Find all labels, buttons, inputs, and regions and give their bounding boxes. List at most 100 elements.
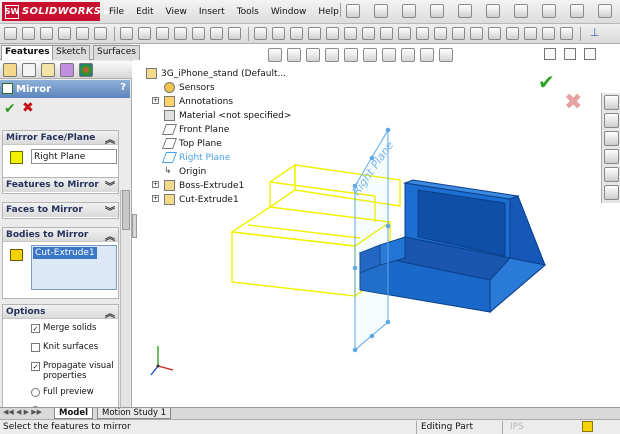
- print-icon[interactable]: [430, 4, 444, 18]
- split-icon[interactable]: [434, 27, 447, 40]
- radio-unselected-icon[interactable]: [31, 388, 40, 397]
- new-document-icon[interactable]: [346, 4, 360, 18]
- tab-sketch[interactable]: Sketch: [52, 45, 91, 60]
- solidworks-logo[interactable]: SW SOLIDWORKS ▶: [2, 2, 110, 21]
- configuration-manager-icon[interactable]: [41, 63, 55, 77]
- rib-icon[interactable]: [156, 27, 169, 40]
- file-properties-icon[interactable]: [542, 4, 556, 18]
- chamfer-icon[interactable]: [138, 27, 151, 40]
- options-gear-icon[interactable]: [570, 4, 584, 18]
- collapse-chevron-icon[interactable]: ︽: [105, 305, 115, 320]
- tab-motion-study-1[interactable]: Motion Study 1: [97, 408, 172, 419]
- menu-insert[interactable]: Insert: [199, 7, 225, 17]
- rebuild-icon[interactable]: [514, 4, 528, 18]
- window-restore-icon[interactable]: [564, 48, 576, 60]
- open-icon[interactable]: [374, 4, 388, 18]
- loft-icon[interactable]: [58, 27, 71, 40]
- move-face-icon[interactable]: [470, 27, 483, 40]
- group-faces-to-mirror[interactable]: Faces to Mirror ︾: [2, 202, 119, 219]
- dimxpert-manager-icon[interactable]: [60, 63, 74, 77]
- file-explorer-icon[interactable]: [604, 131, 619, 146]
- thread-icon[interactable]: [542, 27, 555, 40]
- group-features-to-mirror[interactable]: Features to Mirror ︾: [2, 177, 119, 194]
- shell-icon[interactable]: [174, 27, 187, 40]
- save-icon[interactable]: [402, 4, 416, 18]
- combine-icon[interactable]: [452, 27, 465, 40]
- display-manager-icon[interactable]: [79, 63, 93, 77]
- list-item[interactable]: Cut-Extrude1: [33, 247, 97, 259]
- help-question-icon[interactable]: ?: [120, 82, 126, 93]
- tab-surfaces[interactable]: Surfaces: [93, 45, 140, 60]
- undo-icon[interactable]: [458, 4, 472, 18]
- window-close-icon[interactable]: [584, 48, 596, 60]
- expand-chevron-icon[interactable]: ︾: [105, 203, 115, 218]
- menu-file[interactable]: File: [109, 7, 124, 17]
- group-header[interactable]: Mirror Face/Plane ︽: [3, 131, 118, 146]
- status-units[interactable]: IPS: [510, 422, 524, 432]
- menu-tools[interactable]: Tools: [237, 7, 259, 17]
- draft-icon[interactable]: [192, 27, 205, 40]
- deform-icon[interactable]: [398, 27, 411, 40]
- tab-model[interactable]: Model: [54, 408, 94, 419]
- cavity-icon[interactable]: [506, 27, 519, 40]
- group-header[interactable]: Features to Mirror ︾: [3, 178, 118, 193]
- hole-wizard-icon[interactable]: [308, 27, 321, 40]
- help-icon[interactable]: [598, 4, 612, 18]
- indent-icon[interactable]: [416, 27, 429, 40]
- design-library-icon[interactable]: [604, 113, 619, 128]
- status-help-icon[interactable]: [582, 421, 593, 432]
- revolve-boss-icon[interactable]: [22, 27, 35, 40]
- merge-solids-checkbox[interactable]: ✓ Merge solids: [31, 323, 96, 333]
- extrude-boss-icon[interactable]: [4, 27, 17, 40]
- custom-properties-icon[interactable]: [604, 185, 619, 200]
- menu-edit[interactable]: Edit: [136, 7, 153, 17]
- cancel-button[interactable]: ✖: [22, 100, 34, 116]
- pin-icon[interactable]: ⊥: [590, 26, 600, 39]
- group-header[interactable]: Bodies to Mirror ︽: [3, 228, 118, 243]
- collapse-chevron-icon[interactable]: ︽: [105, 228, 115, 243]
- ok-button[interactable]: ✔: [4, 101, 16, 117]
- tab-scroll-arrows-icon[interactable]: ◀◀ ◀ ▶ ▶▶: [3, 408, 42, 416]
- intersect-icon[interactable]: [362, 27, 375, 40]
- checkbox-unchecked-icon[interactable]: [31, 343, 40, 352]
- extrude-cut-icon[interactable]: [76, 27, 89, 40]
- feature-manager-icon[interactable]: [3, 63, 17, 77]
- menu-help[interactable]: Help: [318, 7, 339, 17]
- mirror-icon[interactable]: [228, 27, 241, 40]
- measure-icon[interactable]: [560, 27, 573, 40]
- property-manager-icon[interactable]: [22, 63, 36, 77]
- knit-surfaces-checkbox[interactable]: Knit surfaces: [31, 342, 98, 352]
- wrap-icon[interactable]: [344, 27, 357, 40]
- curves-icon[interactable]: [272, 27, 285, 40]
- resources-icon[interactable]: [604, 95, 619, 110]
- expand-chevron-icon[interactable]: ︾: [105, 178, 115, 193]
- group-header[interactable]: Options ︽: [3, 305, 118, 320]
- scrollbar-thumb[interactable]: [122, 190, 130, 230]
- menu-window[interactable]: Window: [271, 7, 307, 17]
- freeform-icon[interactable]: [524, 27, 537, 40]
- reference-geometry-icon[interactable]: [254, 27, 267, 40]
- panel-scrollbar[interactable]: [120, 190, 130, 418]
- checkbox-checked-icon[interactable]: ✓: [31, 362, 40, 371]
- tab-features[interactable]: Features: [1, 45, 54, 60]
- linear-pattern-icon[interactable]: [210, 27, 223, 40]
- instant3d-icon[interactable]: [290, 27, 303, 40]
- window-tile-icon[interactable]: [544, 48, 556, 60]
- dome-icon[interactable]: [326, 27, 339, 40]
- fillet-icon[interactable]: [120, 27, 133, 40]
- sweep-icon[interactable]: [40, 27, 53, 40]
- revolve-cut-icon[interactable]: [94, 27, 107, 40]
- select-icon[interactable]: [486, 4, 500, 18]
- view-palette-icon[interactable]: [604, 149, 619, 164]
- full-preview-radio[interactable]: Full preview: [31, 387, 94, 397]
- collapse-chevron-icon[interactable]: ︽: [105, 131, 115, 146]
- graphics-viewport[interactable]: Right Plane: [136, 60, 600, 406]
- axis-triad-icon[interactable]: [150, 346, 174, 376]
- propagate-visual-checkbox[interactable]: ✓ Propagate visual properties: [31, 361, 117, 381]
- checkbox-checked-icon[interactable]: ✓: [31, 324, 40, 333]
- flex-icon[interactable]: [380, 27, 393, 40]
- appearances-icon[interactable]: [604, 167, 619, 182]
- scale-icon[interactable]: [488, 27, 501, 40]
- menu-view[interactable]: View: [166, 7, 187, 17]
- bodies-selection-list[interactable]: Cut-Extrude1: [31, 245, 117, 290]
